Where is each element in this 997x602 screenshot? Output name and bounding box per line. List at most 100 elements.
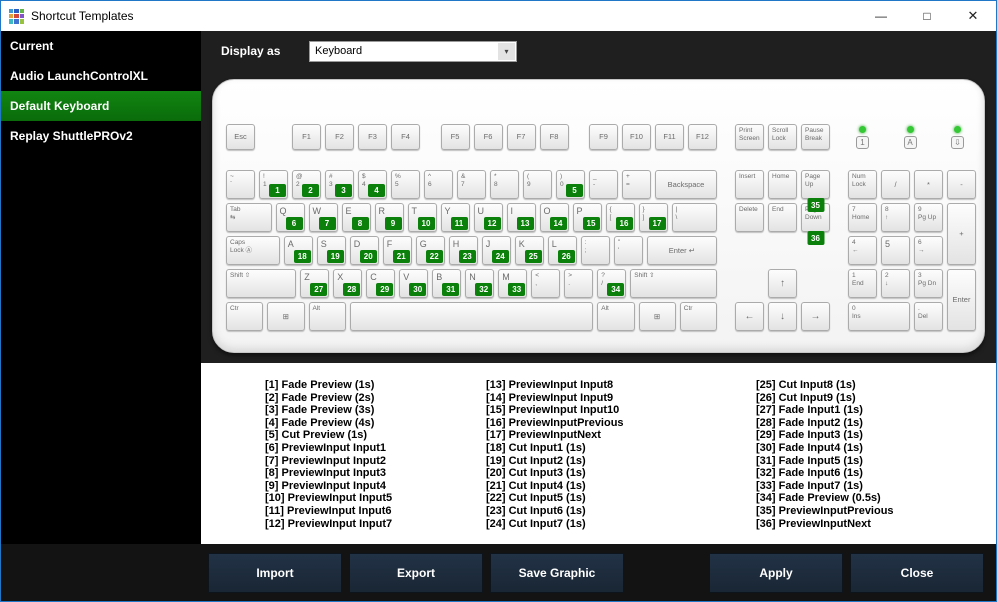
key-label: X xyxy=(337,272,344,282)
shortcut-badge: 17 xyxy=(648,217,666,230)
keyboard-key: N 32 xyxy=(465,269,495,298)
keyboard-key: Alt xyxy=(308,302,346,331)
save-graphic-button[interactable]: Save Graphic xyxy=(490,552,624,593)
key-label: Ctr xyxy=(230,305,239,312)
key-label: 9 Pg Up xyxy=(918,206,937,221)
shortcut-entry: [36] PreviewInputNext xyxy=(756,517,871,530)
sidebar-item-audio-launchcontrolxl[interactable]: Audio LaunchControlXL xyxy=(1,61,201,91)
keyboard-key: M 33 xyxy=(498,269,528,298)
keyboard-key: + xyxy=(947,203,976,265)
shortcut-badge: 33 xyxy=(508,283,526,296)
keyboard-key: F2 xyxy=(325,124,354,150)
keyboard-key: Pause Break xyxy=(801,124,830,150)
keyboard-key: F11 xyxy=(655,124,684,150)
key-label: M xyxy=(502,272,510,282)
sidebar-item-replay-shuttleprov2[interactable]: Replay ShuttlePROv2 xyxy=(1,121,201,151)
keyboard-key: 9 Pg Up xyxy=(914,203,943,232)
keyboard-key: <, xyxy=(531,269,561,298)
key-label: I xyxy=(510,206,514,216)
key-label: U xyxy=(477,206,485,216)
keyboard-key: B 31 xyxy=(432,269,462,298)
apply-button[interactable]: Apply xyxy=(709,552,843,593)
shortcut-entry: [8] PreviewInput Input3 xyxy=(265,467,387,480)
keyboard-key: 4 ← xyxy=(848,236,877,265)
close-button[interactable]: Close xyxy=(850,552,984,593)
key-label: 2 ↓ xyxy=(885,272,889,287)
shortcut-badge: 30 xyxy=(409,283,427,296)
arrow-key-cluster: ↑ ← ↓ → xyxy=(735,170,834,331)
shortcut-entry: [25] Cut Input8 (1s) xyxy=(756,379,856,391)
key-label: P xyxy=(576,206,583,216)
keyboard-key: K 25 xyxy=(514,236,544,265)
keyboard-key: ?/34 xyxy=(597,269,627,298)
shortcut-templates-window: Shortcut Templates — □ ✕ Current Audio La… xyxy=(0,0,997,602)
main-panel: Display as Keyboard ▾ Esc F1 F2 F3 F4 F5 F6 F7 F… xyxy=(201,31,996,544)
keyboard-key: Shift ⇧ xyxy=(630,269,717,298)
shortcut-badge: 36 xyxy=(807,231,824,245)
export-button[interactable]: Export xyxy=(349,552,483,593)
shortcut-badge: 6 xyxy=(285,217,303,230)
keyboard-key: F6 xyxy=(473,124,503,150)
shortcut-entry: [1] Fade Preview (1s) xyxy=(265,379,375,391)
keyboard-key: X 28 xyxy=(333,269,363,298)
shortcut-entry: [31] Fade Input5 (1s) xyxy=(756,454,863,467)
shortcut-badge: 5 xyxy=(566,184,583,197)
sidebar-item-default-keyboard[interactable]: Default Keyboard xyxy=(1,91,201,121)
keyboard-key: Backspace xyxy=(655,170,717,199)
key-label: Tab ⇆ xyxy=(230,206,241,221)
keyboard-key: G 22 xyxy=(415,236,445,265)
sidebar: Current Audio LaunchControlXL Default Keyb… xyxy=(1,31,201,544)
key-label: F7 xyxy=(516,132,526,141)
shortcut-entry: [13] PreviewInput Input8 xyxy=(486,379,614,391)
keyboard-key xyxy=(349,302,594,331)
shortcut-badge: 28 xyxy=(343,283,361,296)
shortcut-badge: 7 xyxy=(318,217,336,230)
keyboard-key: (9 xyxy=(523,170,552,199)
shortcut-column: [13] PreviewInput Input8 [14] PreviewInpu… xyxy=(486,379,756,544)
shortcut-badge: 19 xyxy=(326,250,344,263)
shortcut-badge: 32 xyxy=(475,283,493,296)
keyboard-key: Num Lock xyxy=(848,170,877,199)
titlebar: Shortcut Templates — □ ✕ xyxy=(1,1,996,31)
maximize-button[interactable]: □ xyxy=(904,1,950,31)
shortcut-entry: [15] PreviewInput Input10 xyxy=(486,404,620,417)
keyboard-key: ^ 6 xyxy=(424,170,453,199)
arrow-key: → xyxy=(801,302,830,331)
keyboard-key: Tab ⇆ xyxy=(226,203,272,232)
keyboard-key: T 10 xyxy=(407,203,437,232)
keyboard-key: D 20 xyxy=(349,236,379,265)
sidebar-item-current[interactable]: Current xyxy=(1,31,201,61)
shortcut-badge: 10 xyxy=(417,217,435,230)
import-button[interactable]: Import xyxy=(208,552,342,593)
key-label: Print Screen xyxy=(739,127,760,142)
key-label: A xyxy=(287,239,294,249)
keyboard-key: 1 End xyxy=(848,269,877,298)
keyboard-key: & 7 xyxy=(457,170,486,199)
keyboard-key: Caps Lock Ⓐ xyxy=(226,236,280,265)
keyboard-key: R9 xyxy=(374,203,404,232)
keyboard-key: F8 xyxy=(539,124,569,150)
footer: Import Export Save Graphic Apply Close xyxy=(1,544,996,601)
close-icon[interactable]: ✕ xyxy=(950,1,996,31)
key-label: ⊞ xyxy=(282,311,290,321)
shortcut-entry: [10] PreviewInput Input5 xyxy=(265,492,393,505)
keyboard-key: 5 xyxy=(881,236,910,265)
display-as-value: Keyboard xyxy=(315,45,363,57)
shortcut-badge: 2 xyxy=(302,184,319,197)
keyboard-key: J 24 xyxy=(481,236,511,265)
key-label: F1 xyxy=(302,132,311,141)
keyboard-key: F7 xyxy=(506,124,536,150)
shortcut-badge: 23 xyxy=(458,250,476,263)
keyboard-key: Z 27 xyxy=(300,269,330,298)
window-body: Current Audio LaunchControlXL Default Keyb… xyxy=(1,31,996,544)
shortcut-badge: 31 xyxy=(442,283,460,296)
led-icon: ⇩ xyxy=(951,136,964,149)
display-as-select[interactable]: Keyboard ▾ xyxy=(309,40,517,62)
minimize-button[interactable]: — xyxy=(858,1,904,31)
shortcut-entry: [24] Cut Input7 (1s) xyxy=(486,517,586,530)
key-label: → xyxy=(810,310,821,322)
shortcut-badge: 16 xyxy=(615,217,633,230)
keyboard-key: F3 xyxy=(358,124,387,150)
key-label: 5 xyxy=(885,239,891,249)
keyboard-gap xyxy=(259,124,288,125)
